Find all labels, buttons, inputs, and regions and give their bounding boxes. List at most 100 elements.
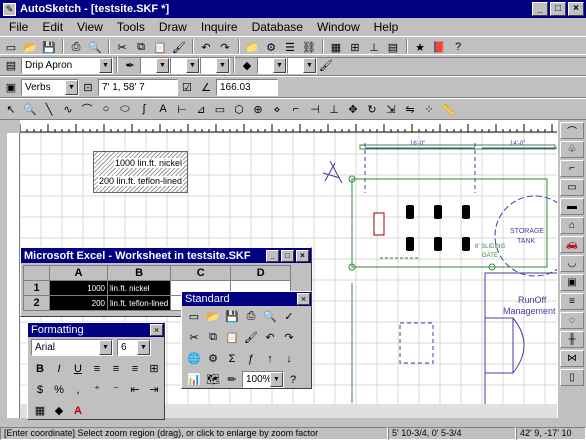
formatting-panel-close-button[interactable]: × [150,324,163,336]
app-icon[interactable]: ✎ [3,2,16,16]
break-icon[interactable]: ⋄ [268,100,286,118]
xl-save-icon[interactable]: 💾 [223,308,241,326]
polygon-icon[interactable]: ⬡ [230,100,248,118]
underline-icon[interactable]: U [69,360,87,378]
xl-open-icon[interactable]: 📂 [204,308,222,326]
ellipse-icon[interactable]: ⬭ [116,100,134,118]
stair-symbol-icon[interactable]: ≡ [560,293,584,310]
col-header-c[interactable]: C [170,265,232,281]
cell-a2[interactable]: 200 [49,295,108,311]
vehicle-symbol[interactable] [406,237,414,251]
decrease-decimal-icon[interactable]: ⁻ [107,381,125,399]
pen-color-combo[interactable]: ▼ [140,56,170,74]
align-center-icon[interactable]: ≡ [107,360,125,378]
comma-icon[interactable]: , [69,381,87,399]
layer-props-icon[interactable]: ▤ [2,56,20,74]
door-symbol-icon[interactable]: ⌐ [560,160,584,177]
xl-copy-icon[interactable]: ⧉ [204,329,222,347]
polyline-icon[interactable]: ∿ [59,100,77,118]
car-symbol-icon[interactable]: 🚗 [560,236,584,253]
zoom-icon[interactable]: 🔍 [21,100,39,118]
currency-icon[interactable]: $ [31,381,49,399]
embedded-spreadsheet-object[interactable]: 1000 lin.ft. nickel 200 lin.ft. teflon-l… [93,151,188,193]
tree-symbol-icon[interactable]: ♧ [560,141,584,158]
vehicle-symbol[interactable] [462,205,470,219]
italic-icon[interactable]: I [50,360,68,378]
excel-minimize-button[interactable]: _ [266,249,279,262]
scale-icon[interactable]: ⇲ [382,100,400,118]
standard-panel-close-button[interactable]: × [297,293,310,305]
menu-database[interactable]: Database [245,20,310,34]
tank-symbol-icon[interactable]: ▯ [560,369,584,386]
col-header-b[interactable]: B [106,265,172,281]
vehicle-symbol[interactable] [462,237,470,251]
menu-inquire[interactable]: Inquire [194,20,245,34]
dimension-icon[interactable]: ⊢ [173,100,191,118]
move-icon[interactable]: ✥ [344,100,362,118]
window-symbol-icon[interactable]: ▭ [560,179,584,196]
corner-cell[interactable] [23,265,50,281]
row-header-1[interactable]: 1 [23,280,50,296]
circle-icon[interactable]: ○ [97,100,115,118]
rectangle-icon[interactable]: ▭ [211,100,229,118]
indent-icon[interactable]: ⇥ [145,381,163,399]
xl-sort-desc-icon[interactable]: ↓ [280,350,298,368]
fill-color-icon[interactable]: ◆ [50,402,68,420]
increase-decimal-icon[interactable]: ⁺ [88,381,106,399]
text-icon[interactable]: A [154,100,172,118]
xl-drawing-icon[interactable]: ✏ [223,371,241,389]
angle-icon[interactable]: ∠ [197,78,215,96]
line-icon[interactable]: ╲ [40,100,58,118]
trim-icon[interactable]: ⊣ [306,100,324,118]
menu-help[interactable]: Help [367,20,406,34]
coord-lock-icon[interactable]: ⊡ [79,78,97,96]
xl-zoom-combo[interactable]: 100% ▼ [242,371,284,388]
arch-symbol-icon[interactable]: ⌒ [560,122,584,139]
pattern-combo[interactable]: ▼ [287,56,317,74]
array-icon[interactable]: ⁘ [420,100,438,118]
vehicle-symbol[interactable] [406,205,414,219]
xl-function-icon[interactable]: ƒ [242,350,260,368]
fill-icon[interactable]: ◆ [238,56,256,74]
excel-maximize-button[interactable]: □ [281,249,294,262]
xl-help-icon[interactable]: ? [284,371,302,389]
outdent-icon[interactable]: ⇤ [126,381,144,399]
fillet-icon[interactable]: ⌐ [287,100,305,118]
rotate-icon[interactable]: ↻ [363,100,381,118]
xl-undo-icon[interactable]: ↶ [261,329,279,347]
xl-format-painter-icon[interactable]: 🖌 [242,329,260,347]
menu-file[interactable]: File [2,20,35,34]
xl-map-icon[interactable]: 🗺 [204,371,222,389]
cell-b1[interactable]: lin.ft. nickel [106,280,172,296]
measure-icon[interactable]: 📏 [439,100,457,118]
xl-spell-icon[interactable]: ✓ [280,308,298,326]
bath-symbol-icon[interactable]: ◡ [560,255,584,272]
vehicle-symbol[interactable] [434,237,442,251]
mirror-icon[interactable]: ⇋ [401,100,419,118]
angle-field[interactable]: 166.03 [216,78,278,96]
align-right-icon[interactable]: ≡ [126,360,144,378]
line-weight-combo[interactable]: ▼ [200,56,230,74]
menu-window[interactable]: Window [310,20,367,34]
symbol-insert-icon[interactable]: ⊕ [249,100,267,118]
bold-icon[interactable]: B [31,360,49,378]
fill-combo[interactable]: ▼ [257,56,287,74]
xl-paste-icon[interactable]: 📋 [223,329,241,347]
xl-chart-icon[interactable]: 📊 [185,371,203,389]
curve-icon[interactable]: ∫ [135,100,153,118]
xl-sort-asc-icon[interactable]: ↑ [261,350,279,368]
col-header-a[interactable]: A [49,265,108,281]
percent-icon[interactable]: % [50,381,68,399]
menu-view[interactable]: View [70,20,110,34]
xl-preview-icon[interactable]: 🔍 [261,308,279,326]
menu-draw[interactable]: Draw [152,20,194,34]
xl-cut-icon[interactable]: ✂ [185,329,203,347]
xl-new-icon[interactable]: ▭ [185,308,203,326]
cell-a1[interactable]: 1000 [49,280,108,296]
verbs-combo[interactable]: Verbs ▼ [21,78,79,96]
brush-icon[interactable]: 🖌 [317,56,335,74]
sink-symbol-icon[interactable]: ◌ [560,312,584,329]
pen-icon[interactable]: ✒ [121,56,139,74]
xl-autosum-icon[interactable]: Σ [223,350,241,368]
close-button[interactable]: × [568,2,584,16]
